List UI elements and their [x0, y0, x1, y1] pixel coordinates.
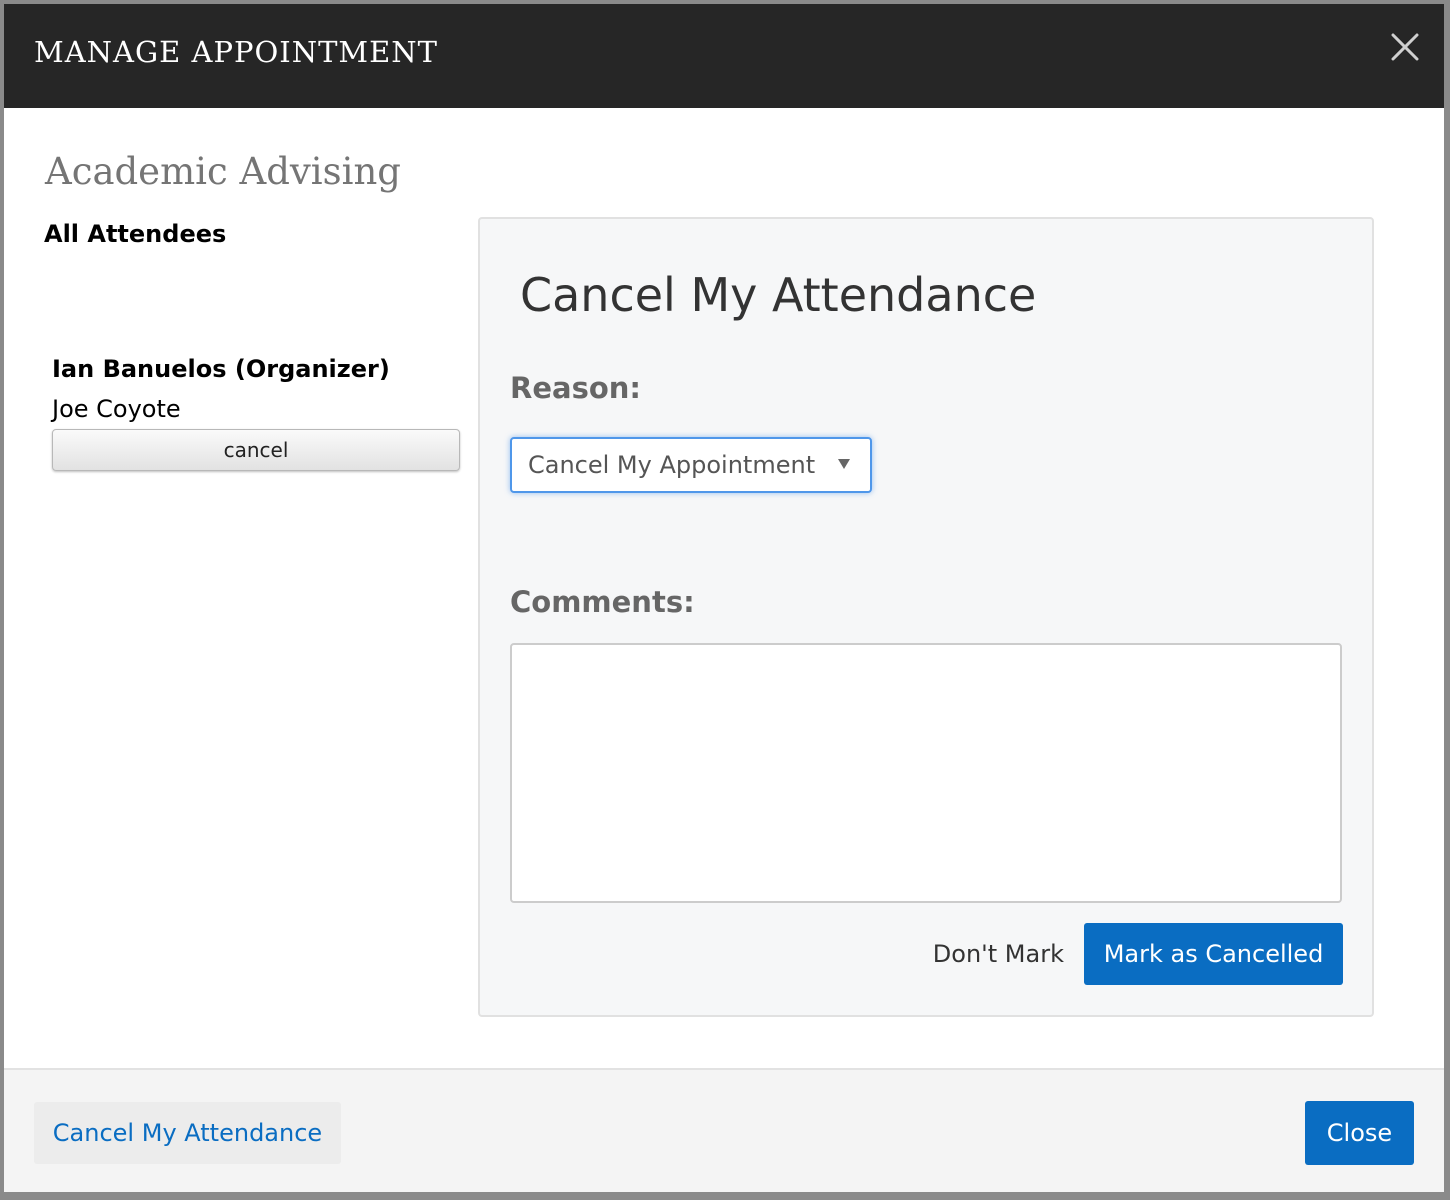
appointment-title: Academic Advising [45, 150, 401, 193]
attendee-cancel-button[interactable]: cancel [52, 429, 460, 471]
reason-select-value: Cancel My Appointment [528, 451, 816, 479]
mark-as-cancelled-button[interactable]: Mark as Cancelled [1084, 923, 1343, 985]
close-button[interactable]: Close [1305, 1101, 1414, 1165]
reason-select[interactable]: Cancel My Appointment [510, 437, 872, 493]
close-icon[interactable] [1388, 30, 1422, 64]
manage-appointment-modal: MANAGE APPOINTMENT Academic Advising All… [4, 4, 1444, 1192]
modal-header: MANAGE APPOINTMENT [4, 4, 1444, 108]
panel-title: Cancel My Attendance [520, 268, 1037, 322]
comments-label: Comments: [510, 585, 695, 619]
modal-title: MANAGE APPOINTMENT [34, 35, 439, 69]
cancel-my-attendance-button[interactable]: Cancel My Attendance [34, 1102, 341, 1164]
dont-mark-button[interactable]: Don't Mark [884, 923, 1064, 985]
modal-footer: Cancel My Attendance Close [4, 1068, 1444, 1192]
attendee-organizer: Ian Banuelos (Organizer) [52, 355, 390, 383]
chevron-down-icon [836, 457, 852, 471]
attendee-name: Joe Coyote [52, 395, 181, 423]
cancel-attendance-panel: Cancel My Attendance Reason: Cancel My A… [478, 217, 1374, 1017]
attendees-heading: All Attendees [44, 220, 227, 248]
reason-label: Reason: [510, 371, 641, 405]
comments-textarea[interactable] [510, 643, 1342, 903]
